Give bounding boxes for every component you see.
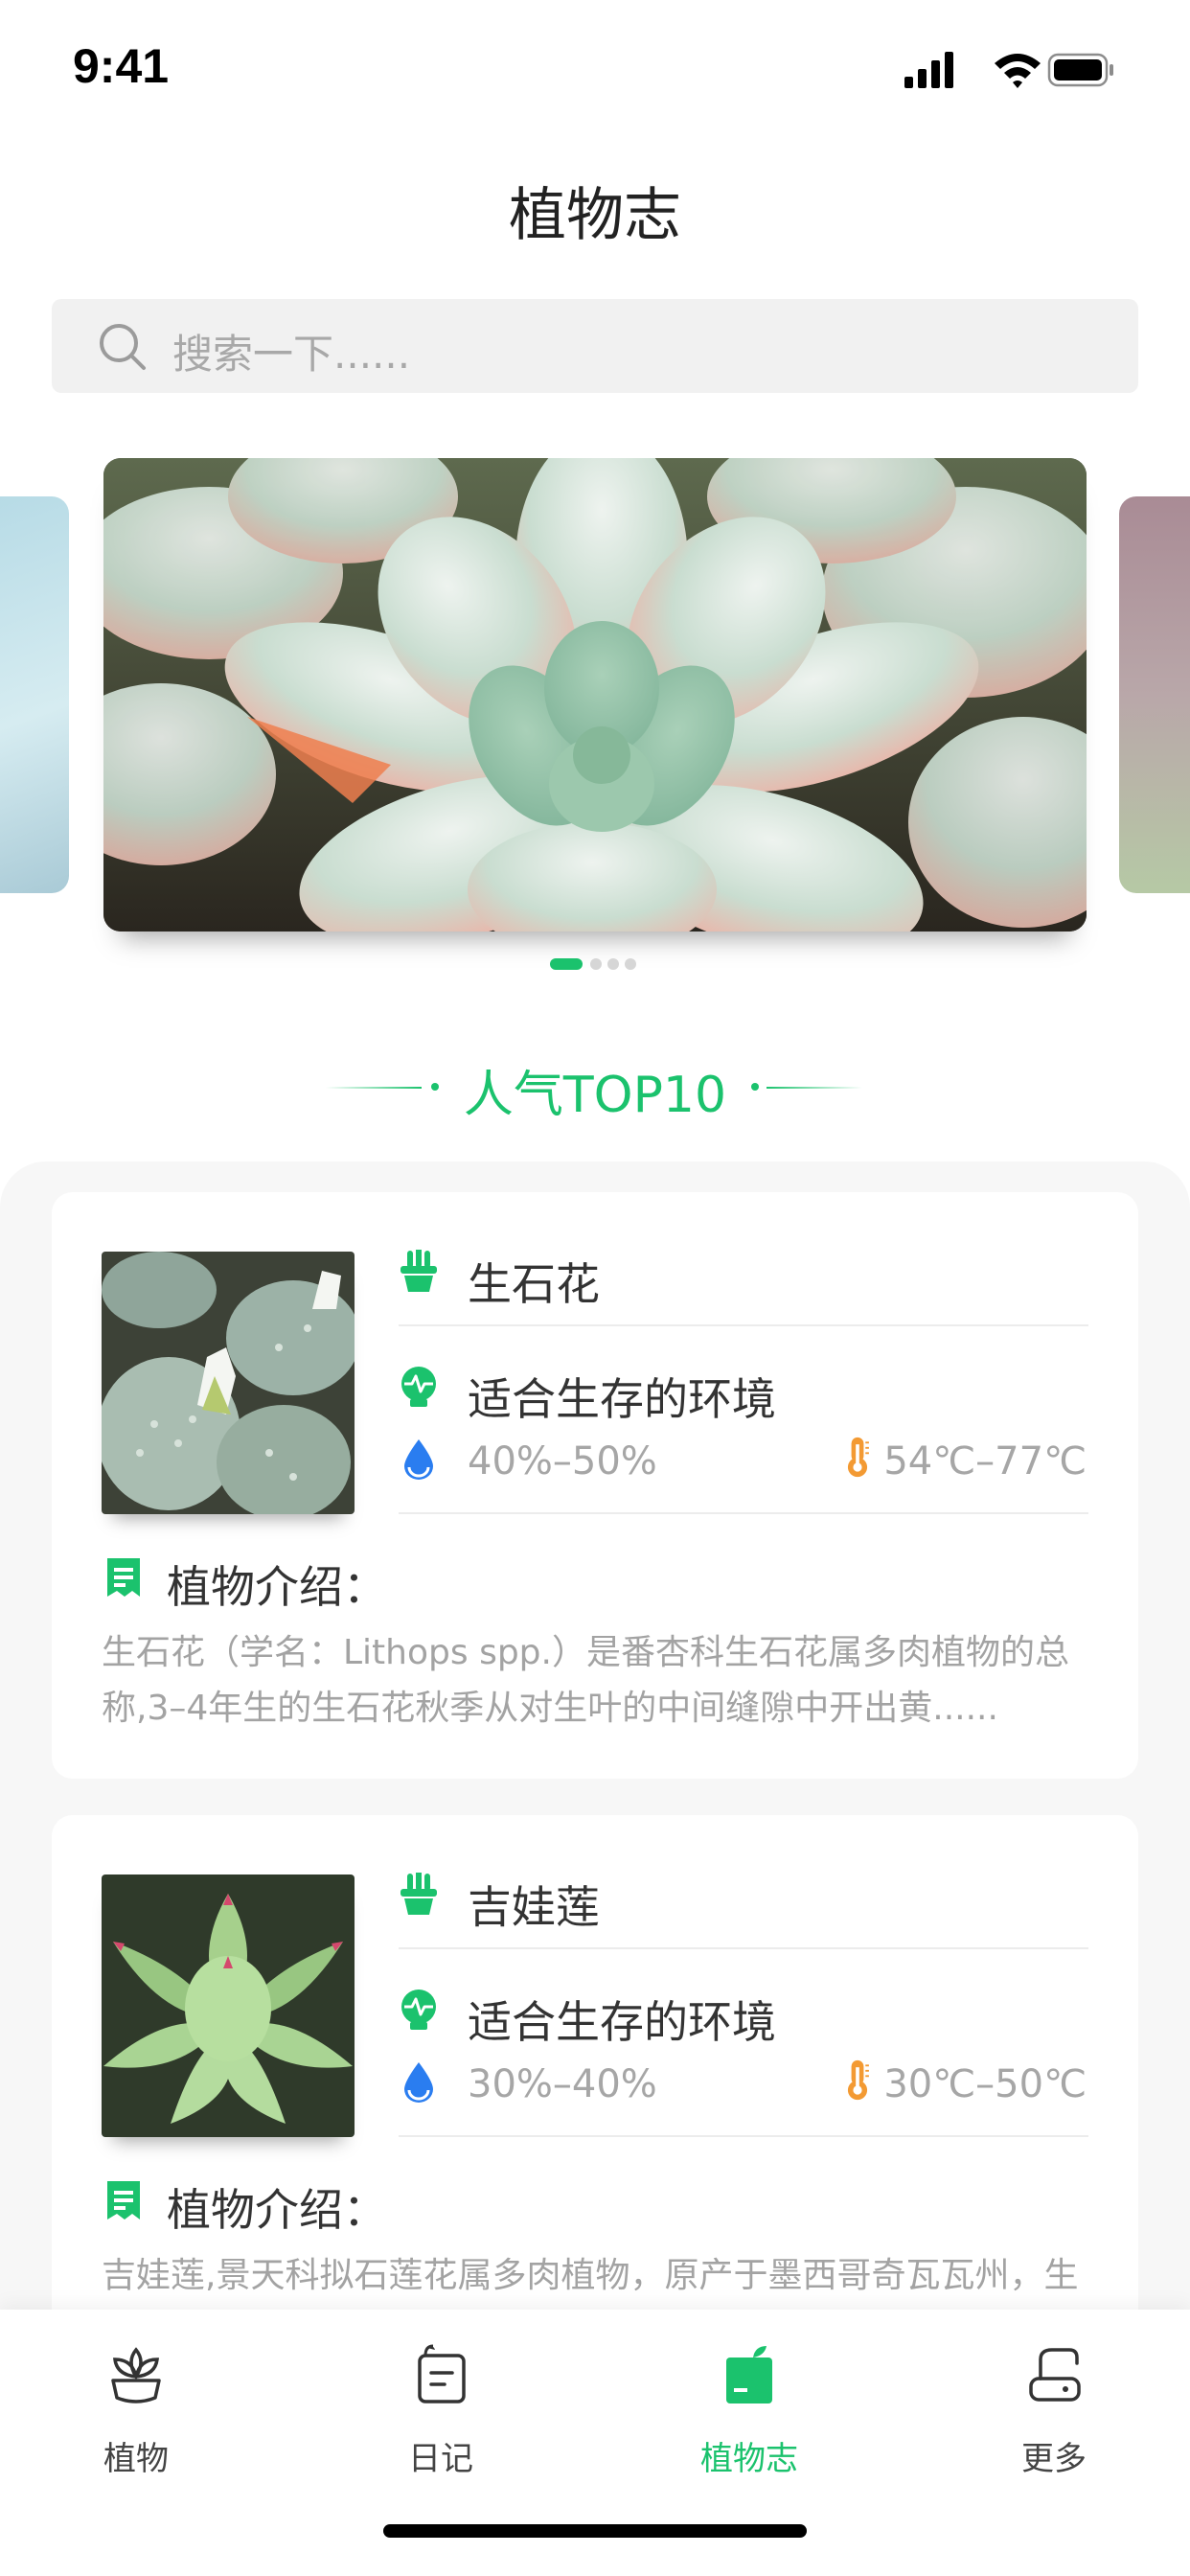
carousel-dot[interactable] <box>607 958 619 970</box>
pot-plant-icon <box>400 1250 437 1292</box>
document-icon <box>107 1558 140 1597</box>
temperature-value: 54℃–77℃ <box>883 1439 1087 1484</box>
divider <box>399 1512 1088 1514</box>
more-icon <box>1029 2348 1081 2402</box>
encyclopedia-icon <box>726 2346 772 2404</box>
tab-label: 植物志 <box>700 2440 798 2478</box>
pot-plant-icon <box>400 1873 437 1915</box>
search-icon <box>100 324 146 370</box>
wifi-icon <box>995 54 1041 88</box>
intro-text: 吉娃莲,景天科拟石莲花属多肉植物，原产于墨西哥奇瓦瓦州，生 <box>102 2256 1079 2295</box>
environment-title: 适合生存的环境 <box>468 1996 776 2048</box>
tab-plants[interactable]: 植物 <box>40 2334 232 2478</box>
carousel-dot-active[interactable] <box>550 958 583 970</box>
plant-name: 生石花 <box>468 1258 600 1310</box>
home-indicator[interactable] <box>383 2524 807 2538</box>
environment-icon <box>401 1990 436 2030</box>
thermometer-icon <box>847 1437 869 1478</box>
page-title: 植物志 <box>509 182 681 249</box>
tab-label: 更多 <box>1021 2440 1087 2478</box>
carousel-banner-image[interactable] <box>103 458 1087 932</box>
divider <box>399 2135 1088 2137</box>
humidity-icon <box>404 2062 433 2103</box>
divider <box>399 1324 1088 1326</box>
status-bar: 9:41 <box>0 0 1190 134</box>
tab-label: 植物 <box>103 2440 169 2478</box>
tab-diary[interactable]: 日记 <box>345 2334 537 2478</box>
search-input[interactable]: 搜索一下...... <box>172 322 410 380</box>
signal-icon <box>904 52 953 88</box>
search-bar[interactable]: 搜索一下...... <box>52 299 1138 393</box>
heading-decoration-right <box>767 1087 862 1089</box>
temperature-value: 30℃–50℃ <box>883 2062 1087 2106</box>
plant-name: 吉娃莲 <box>468 1881 600 1933</box>
humidity-icon <box>404 1439 433 1480</box>
diary-icon <box>418 2344 466 2404</box>
plant-icon <box>111 2347 161 2404</box>
plant-list: 生石花 适合生存的环境 40%–50% 54℃–77℃ 植物介绍： 生石花（学名… <box>0 1162 1190 2407</box>
humidity-value: 40%–50% <box>468 1439 657 1484</box>
humidity-value: 30%–40% <box>468 2062 657 2106</box>
heading-decoration-dot-right <box>751 1083 759 1091</box>
document-icon <box>107 2181 140 2220</box>
status-icons <box>904 52 1113 88</box>
environment-title: 适合生存的环境 <box>468 1373 776 1425</box>
carousel-next-slide[interactable] <box>1119 496 1190 893</box>
plant-thumbnail[interactable] <box>102 1874 355 2137</box>
carousel-prev-slide[interactable] <box>0 496 69 893</box>
tab-more[interactable]: 更多 <box>958 2334 1150 2478</box>
intro-title: 植物介绍： <box>167 2184 387 2236</box>
intro-title: 植物介绍： <box>167 1561 387 1613</box>
status-time: 9:41 <box>73 39 170 93</box>
environment-icon <box>401 1367 436 1407</box>
tab-label: 日记 <box>408 2440 473 2478</box>
intro-text: 生石花（学名：Lithops spp.）是番杏科生石花属多肉植物的总称,3–4年… <box>102 1633 1069 1728</box>
plant-thumbnail[interactable] <box>102 1252 355 1514</box>
thermometer-icon <box>847 2059 869 2101</box>
plant-card[interactable]: 生石花 适合生存的环境 40%–50% 54℃–77℃ 植物介绍： 生石花（学名… <box>52 1192 1138 1779</box>
carousel-dot[interactable] <box>625 958 636 970</box>
divider <box>399 1947 1088 1949</box>
tab-encyclopedia[interactable]: 植物志 <box>653 2334 845 2478</box>
battery-icon <box>1047 53 1113 87</box>
carousel-dot[interactable] <box>590 958 602 970</box>
section-heading: 人气TOP10 <box>463 1067 727 1124</box>
